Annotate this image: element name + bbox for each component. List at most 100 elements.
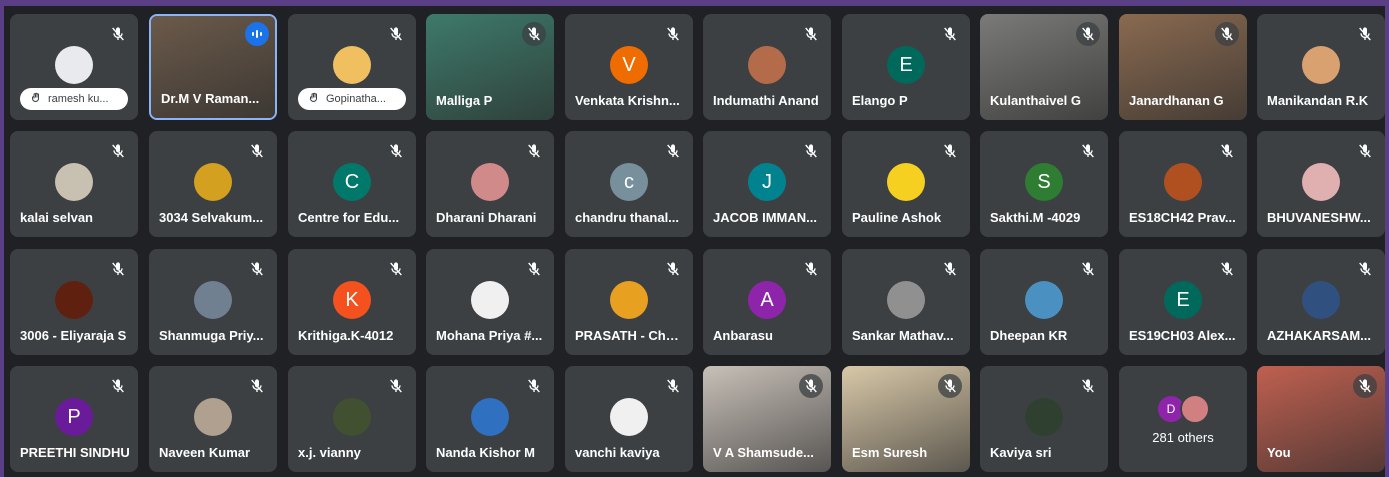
avatar: c	[610, 163, 648, 201]
participant-tile[interactable]: BHUVANESHW...	[1257, 131, 1385, 237]
participant-name: Mohana Priya #...	[436, 328, 543, 343]
mic-off-icon	[663, 259, 683, 279]
participant-name: Kaviya sri	[990, 445, 1052, 460]
mic-off-icon	[1353, 374, 1377, 398]
participant-tile[interactable]: Manikandan R.K	[1257, 14, 1385, 120]
mic-off-icon	[801, 24, 821, 44]
participant-tile[interactable]: x.j. vianny	[288, 366, 416, 472]
participant-name: V A Shamsude...	[713, 445, 814, 460]
participant-tile[interactable]: V A Shamsude...	[703, 366, 831, 472]
window-frame-top	[0, 0, 1389, 6]
participant-tile[interactable]: Sankar Mathav...	[842, 249, 970, 355]
participant-tile[interactable]: PRASATH - ChE...	[565, 249, 693, 355]
participant-tile[interactable]: S Sakthi.M -4029	[980, 131, 1108, 237]
avatar	[55, 281, 93, 319]
hand-raised-icon	[308, 92, 320, 107]
avatar	[1025, 281, 1063, 319]
participant-tile[interactable]: kalai selvan	[10, 131, 138, 237]
participant-tile[interactable]: C Centre for Edu...	[288, 131, 416, 237]
avatar	[610, 281, 648, 319]
mic-off-icon	[247, 141, 267, 161]
participant-tile[interactable]: V Venkata Krishn...	[565, 14, 693, 120]
participant-tile[interactable]: vanchi kaviya	[565, 366, 693, 472]
participant-tile[interactable]: c chandru thanal...	[565, 131, 693, 237]
participant-tile[interactable]: Gopinatha...	[288, 14, 416, 120]
avatar: A	[748, 281, 786, 319]
mic-off-icon	[386, 259, 406, 279]
avatar	[55, 163, 93, 201]
participant-tile[interactable]: ramesh ku...	[10, 14, 138, 120]
participant-name: 3034 Selvakum...	[159, 210, 264, 225]
participant-tile[interactable]: Kulanthaivel G	[980, 14, 1108, 120]
participant-tile[interactable]: 3034 Selvakum...	[149, 131, 277, 237]
avatar	[471, 398, 509, 436]
participant-tile[interactable]: P PREETHI SINDHU	[10, 366, 138, 472]
mic-off-icon	[1078, 376, 1098, 396]
avatar: K	[333, 281, 371, 319]
mic-off-icon	[940, 141, 960, 161]
mic-off-icon	[1215, 22, 1239, 46]
participant-name: Esm Suresh	[852, 445, 928, 460]
mic-off-icon	[524, 259, 544, 279]
avatar	[471, 281, 509, 319]
hand-raised-badge: ramesh ku...	[20, 88, 128, 110]
participant-tile[interactable]: Esm Suresh	[842, 366, 970, 472]
participant-tile[interactable]: Mohana Priya #...	[426, 249, 554, 355]
mic-off-icon	[940, 259, 960, 279]
mic-off-icon	[663, 141, 683, 161]
mic-off-icon	[108, 141, 128, 161]
others-avatars: D	[1156, 394, 1210, 424]
avatar: S	[1025, 163, 1063, 201]
participant-tile[interactable]: Pauline Ashok	[842, 131, 970, 237]
participant-tile[interactable]: Malliga P	[426, 14, 554, 120]
speaking-icon	[245, 22, 269, 46]
participant-name: PRASATH - ChE...	[575, 328, 685, 343]
participant-tile[interactable]: AZHAKARSAM...	[1257, 249, 1385, 355]
participant-tile[interactable]: Janardhanan G	[1119, 14, 1247, 120]
participant-tile[interactable]: K Krithiga.K-4012	[288, 249, 416, 355]
participant-name: chandru thanal...	[575, 210, 680, 225]
mic-off-icon	[386, 376, 406, 396]
participant-tile[interactable]: Indumathi Anand	[703, 14, 831, 120]
avatar	[194, 281, 232, 319]
mic-off-icon	[108, 259, 128, 279]
participant-name: AZHAKARSAM...	[1267, 328, 1371, 343]
participant-name: ramesh ku...	[48, 93, 109, 105]
avatar: J	[748, 163, 786, 201]
participant-tile[interactable]: A Anbarasu	[703, 249, 831, 355]
participant-name: JACOB IMMAN...	[713, 210, 817, 225]
participant-name: Dr.M V Raman...	[161, 91, 260, 106]
avatar: V	[610, 46, 648, 84]
hand-raised-badge: Gopinatha...	[298, 88, 406, 110]
participant-tile[interactable]: Dharani Dharani	[426, 131, 554, 237]
participant-name: Dheepan KR	[990, 328, 1068, 343]
mic-off-icon	[1355, 259, 1375, 279]
mic-off-icon	[247, 376, 267, 396]
others-tile[interactable]: D 281 others	[1119, 366, 1247, 472]
participant-tile[interactable]: Dheepan KR	[980, 249, 1108, 355]
participant-tile[interactable]: Shanmuga Priy...	[149, 249, 277, 355]
participant-tile[interactable]: E ES19CH03 Alex...	[1119, 249, 1247, 355]
participant-tile[interactable]: Nanda Kishor M	[426, 366, 554, 472]
avatar	[1025, 398, 1063, 436]
mic-off-icon	[799, 374, 823, 398]
others-avatar	[1180, 394, 1210, 424]
participant-name: Kulanthaivel G	[990, 93, 1082, 108]
participant-name: Shanmuga Priy...	[159, 328, 264, 343]
participant-name: kalai selvan	[20, 210, 93, 225]
participant-tile[interactable]: E Elango P	[842, 14, 970, 120]
participant-tile[interactable]: Kaviya sri	[980, 366, 1108, 472]
participant-tile[interactable]: Dr.M V Raman...	[149, 14, 277, 120]
participant-name: Nanda Kishor M	[436, 445, 535, 460]
participant-name: Gopinatha...	[326, 93, 386, 105]
avatar	[333, 398, 371, 436]
avatar	[333, 46, 371, 84]
participant-tile[interactable]: ES18CH42 Prav...	[1119, 131, 1247, 237]
participant-tile[interactable]: Naveen Kumar	[149, 366, 277, 472]
avatar	[748, 46, 786, 84]
avatar	[1302, 281, 1340, 319]
participant-tile[interactable]: J JACOB IMMAN...	[703, 131, 831, 237]
participant-tile[interactable]: You	[1257, 366, 1385, 472]
participant-tile[interactable]: 3006 - Eliyaraja S	[10, 249, 138, 355]
participant-name: Malliga P	[436, 93, 493, 108]
